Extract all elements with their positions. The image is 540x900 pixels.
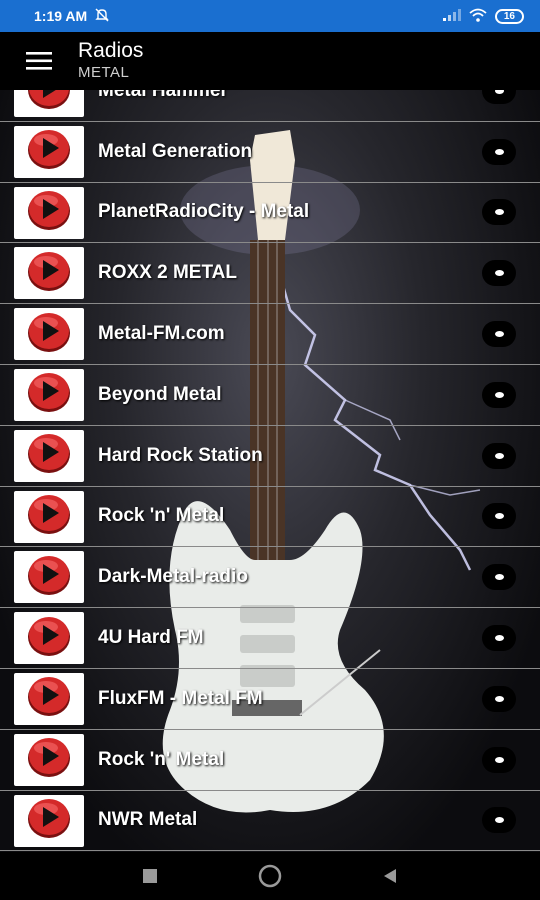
more-options-icon[interactable]: [482, 442, 516, 469]
more-options-icon[interactable]: [482, 321, 516, 348]
station-row[interactable]: Beyond Metal: [0, 365, 540, 426]
station-name: Metal Generation: [98, 140, 253, 162]
page-title: Radios: [78, 39, 144, 62]
play-circle-icon: [26, 249, 72, 298]
hamburger-menu-icon[interactable]: [0, 32, 78, 90]
station-thumbnail[interactable]: [14, 733, 84, 786]
play-circle-icon: [26, 492, 72, 541]
station-thumbnail[interactable]: [14, 429, 84, 482]
more-options-icon[interactable]: [482, 746, 516, 773]
station-thumbnail[interactable]: [14, 186, 84, 239]
more-options-icon[interactable]: [482, 685, 516, 712]
play-circle-icon: [26, 735, 72, 784]
station-row[interactable]: Hard Rock Station: [0, 426, 540, 487]
play-circle-icon: [26, 674, 72, 723]
station-name: FluxFM - Metal FM: [98, 687, 263, 709]
station-thumbnail[interactable]: [14, 551, 84, 604]
station-name: 4U Hard FM: [98, 627, 204, 649]
more-options-icon[interactable]: [482, 625, 516, 652]
station-name: Beyond Metal: [98, 383, 222, 405]
station-thumbnail[interactable]: [14, 125, 84, 178]
station-name: Metal-FM.com: [98, 323, 225, 345]
station-row[interactable]: Rock 'n' Metal: [0, 487, 540, 548]
app-bar: Radios METAL: [0, 32, 540, 90]
station-thumbnail[interactable]: [14, 308, 84, 361]
station-row[interactable]: FluxFM - Metal FM: [0, 669, 540, 730]
station-name: ROXX 2 METAL: [98, 262, 237, 284]
more-options-icon[interactable]: [482, 807, 516, 834]
system-nav-bar: [0, 852, 540, 900]
play-circle-icon: [26, 370, 72, 419]
play-circle-icon: [26, 310, 72, 359]
station-row[interactable]: PlanetRadioCity - Metal: [0, 183, 540, 244]
play-circle-icon: [26, 188, 72, 237]
more-options-icon[interactable]: [482, 90, 516, 104]
page-subtitle: METAL: [78, 64, 130, 81]
square-icon[interactable]: [130, 856, 170, 896]
more-options-icon[interactable]: [482, 138, 516, 165]
station-name: Rock 'n' Metal: [98, 748, 225, 770]
status-bar: 1:19 AM 16: [0, 0, 540, 32]
more-options-icon[interactable]: [482, 381, 516, 408]
station-name: NWR Metal: [98, 809, 198, 831]
station-row[interactable]: NWR Metal: [0, 791, 540, 852]
more-options-icon[interactable]: [482, 564, 516, 591]
mute-icon: [95, 8, 109, 25]
play-circle-icon: [26, 127, 72, 176]
play-circle-icon: [26, 553, 72, 602]
station-row[interactable]: Rock 'n' Metal: [0, 730, 540, 791]
more-options-icon[interactable]: [482, 503, 516, 530]
station-thumbnail[interactable]: [14, 672, 84, 725]
station-thumbnail[interactable]: [14, 794, 84, 847]
play-circle-icon: [26, 796, 72, 845]
station-name: Rock 'n' Metal: [98, 505, 225, 527]
signal-icon: [442, 8, 461, 24]
station-row[interactable]: Metal Generation: [0, 122, 540, 183]
play-circle-icon: [26, 90, 72, 116]
battery-indicator: 16: [494, 8, 524, 24]
station-row[interactable]: 4U Hard FM: [0, 608, 540, 669]
station-thumbnail[interactable]: [14, 247, 84, 300]
more-options-icon[interactable]: [482, 199, 516, 226]
play-circle-icon: [26, 614, 72, 663]
station-name: Dark-Metal-radio: [98, 566, 248, 588]
station-row[interactable]: Dark-Metal-radio: [0, 547, 540, 609]
station-thumbnail[interactable]: [14, 490, 84, 543]
station-row[interactable]: Metal Hammer: [0, 90, 540, 122]
station-list-area[interactable]: Metal Hammer Metal Generation PlanetRadioC…: [0, 90, 540, 852]
station-name: Metal Hammer: [98, 90, 228, 101]
wifi-icon: [469, 8, 487, 25]
more-options-icon[interactable]: [482, 260, 516, 287]
station-list: Metal Hammer Metal Generation PlanetRadioC…: [0, 90, 540, 852]
station-thumbnail[interactable]: [14, 612, 84, 665]
station-row[interactable]: Metal-FM.com: [0, 304, 540, 365]
station-thumbnail[interactable]: [14, 90, 84, 117]
station-name: Hard Rock Station: [98, 444, 263, 466]
station-row[interactable]: ROXX 2 METAL: [0, 243, 540, 305]
status-time: 1:19 AM: [34, 8, 88, 24]
circle-icon[interactable]: [250, 856, 290, 896]
station-name: PlanetRadioCity - Metal: [98, 201, 310, 223]
triangle-back-icon[interactable]: [370, 856, 410, 896]
station-thumbnail[interactable]: [14, 368, 84, 421]
play-circle-icon: [26, 431, 72, 480]
